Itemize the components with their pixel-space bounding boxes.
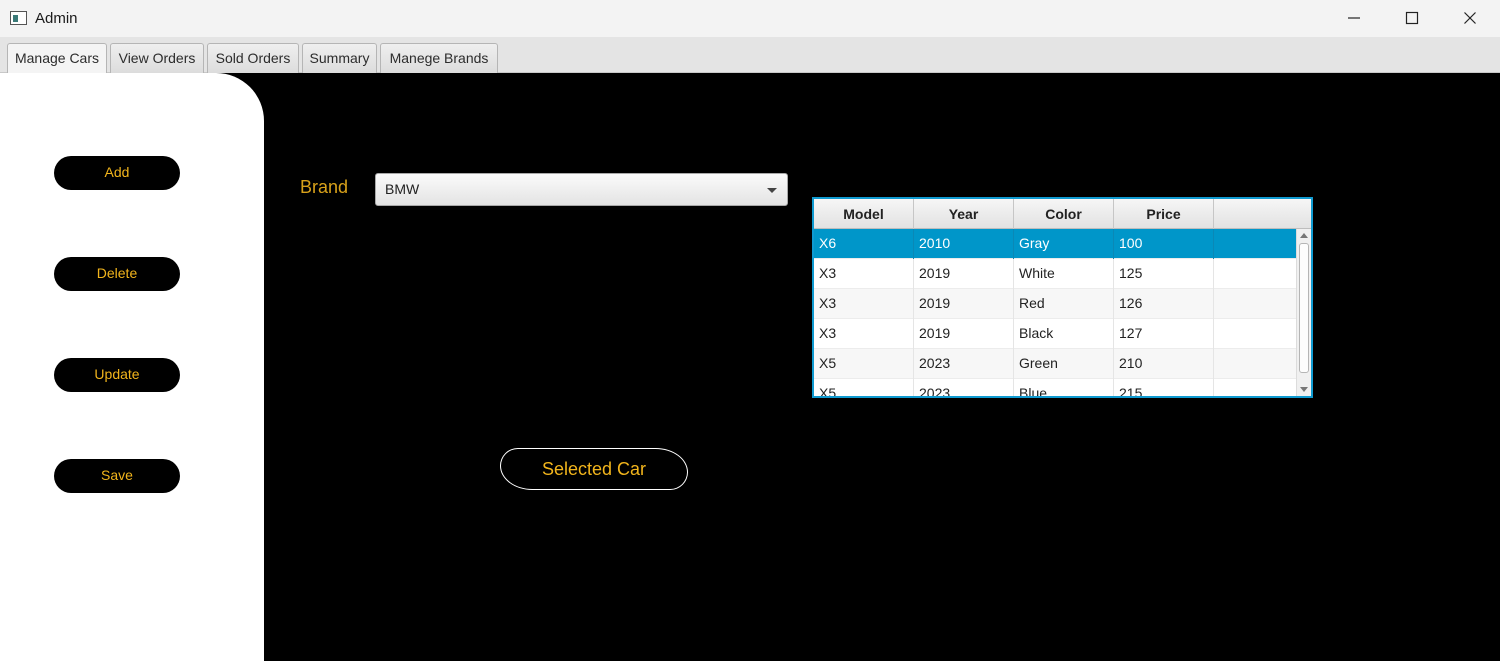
table-cell-color: White	[1014, 259, 1114, 289]
minimize-icon	[1348, 17, 1360, 19]
table-row[interactable]: X6 2010 Gray 100	[814, 229, 1296, 259]
column-header-model[interactable]: Model	[814, 199, 914, 229]
save-button[interactable]: Save	[54, 459, 180, 493]
table-cell-year: 2019	[914, 289, 1014, 319]
table-cell-year: 2010	[914, 229, 1014, 259]
update-button[interactable]: Update	[54, 358, 180, 392]
tab-view-orders[interactable]: View Orders	[110, 43, 204, 73]
minimize-button[interactable]	[1325, 0, 1383, 37]
table-cell-color: Blue	[1014, 379, 1114, 396]
table-cell-color: Gray	[1014, 229, 1114, 259]
tab-summary[interactable]: Summary	[302, 43, 377, 73]
table-cell-color: Green	[1014, 349, 1114, 379]
table-cell-color: Black	[1014, 319, 1114, 349]
cars-table[interactable]: Model Year Color Price X6 2010 Gray 100 …	[812, 197, 1313, 398]
table-row[interactable]: X3 2019 Black 127	[814, 319, 1296, 349]
table-cell-price: 127	[1114, 319, 1214, 349]
table-scrollbar[interactable]	[1296, 229, 1311, 396]
table-cell-model: X5	[814, 379, 914, 396]
table-cell-model: X3	[814, 289, 914, 319]
maximize-button[interactable]	[1383, 0, 1441, 37]
table-cell-year: 2019	[914, 259, 1014, 289]
table-cell-year: 2023	[914, 379, 1014, 396]
table-cell-model: X5	[814, 349, 914, 379]
maximize-icon	[1405, 11, 1419, 25]
table-cell-price: 215	[1114, 379, 1214, 396]
brand-select[interactable]: BMW	[375, 173, 788, 206]
table-header: Model Year Color Price	[814, 199, 1311, 229]
sidebar: Add Delete Update Save	[0, 73, 264, 661]
brand-select-value: BMW	[385, 181, 420, 197]
close-icon	[1464, 12, 1476, 24]
column-header-price[interactable]: Price	[1114, 199, 1214, 229]
tab-manege-brands[interactable]: Manege Brands	[380, 43, 498, 73]
scroll-up-arrow-icon[interactable]	[1300, 233, 1308, 238]
window-title: Admin	[35, 10, 78, 27]
table-cell-year: 2019	[914, 319, 1014, 349]
table-row[interactable]: X5 2023 Blue 215	[814, 379, 1296, 396]
table-cell-model: X3	[814, 259, 914, 289]
scroll-down-arrow-icon[interactable]	[1300, 387, 1308, 392]
table-cell-price: 100	[1114, 229, 1214, 259]
table-cell-model: X6	[814, 229, 914, 259]
table-cell-year: 2023	[914, 349, 1014, 379]
column-header-color[interactable]: Color	[1014, 199, 1114, 229]
add-button[interactable]: Add	[54, 156, 180, 190]
table-row[interactable]: X3 2019 White 125	[814, 259, 1296, 289]
brand-label: Brand	[300, 177, 349, 197]
table-row[interactable]: X3 2019 Red 126	[814, 289, 1296, 319]
delete-button[interactable]: Delete	[54, 257, 180, 291]
tab-sold-orders[interactable]: Sold Orders	[207, 43, 299, 73]
table-cell-model: X3	[814, 319, 914, 349]
table-body: X6 2010 Gray 100 X3 2019 White 125 X3 20…	[814, 229, 1296, 396]
tab-manage-cars[interactable]: Manage Cars	[7, 43, 107, 73]
manage-cars-panel: Add Delete Update Save Brand BMW Model Y…	[0, 73, 1500, 661]
table-cell-price: 125	[1114, 259, 1214, 289]
title-bar: Admin	[0, 0, 1500, 37]
table-cell-color: Red	[1014, 289, 1114, 319]
column-header-year[interactable]: Year	[914, 199, 1014, 229]
chevron-down-icon[interactable]	[767, 188, 777, 193]
selected-car-label: Selected Car	[500, 448, 688, 490]
table-row[interactable]: X5 2023 Green 210	[814, 349, 1296, 379]
table-cell-price: 126	[1114, 289, 1214, 319]
scrollbar-thumb[interactable]	[1299, 243, 1309, 373]
table-cell-price: 210	[1114, 349, 1214, 379]
app-window-icon	[10, 11, 27, 25]
close-button[interactable]	[1441, 0, 1499, 37]
tab-bar: Manage Cars View Orders Sold Orders Summ…	[0, 37, 1500, 73]
